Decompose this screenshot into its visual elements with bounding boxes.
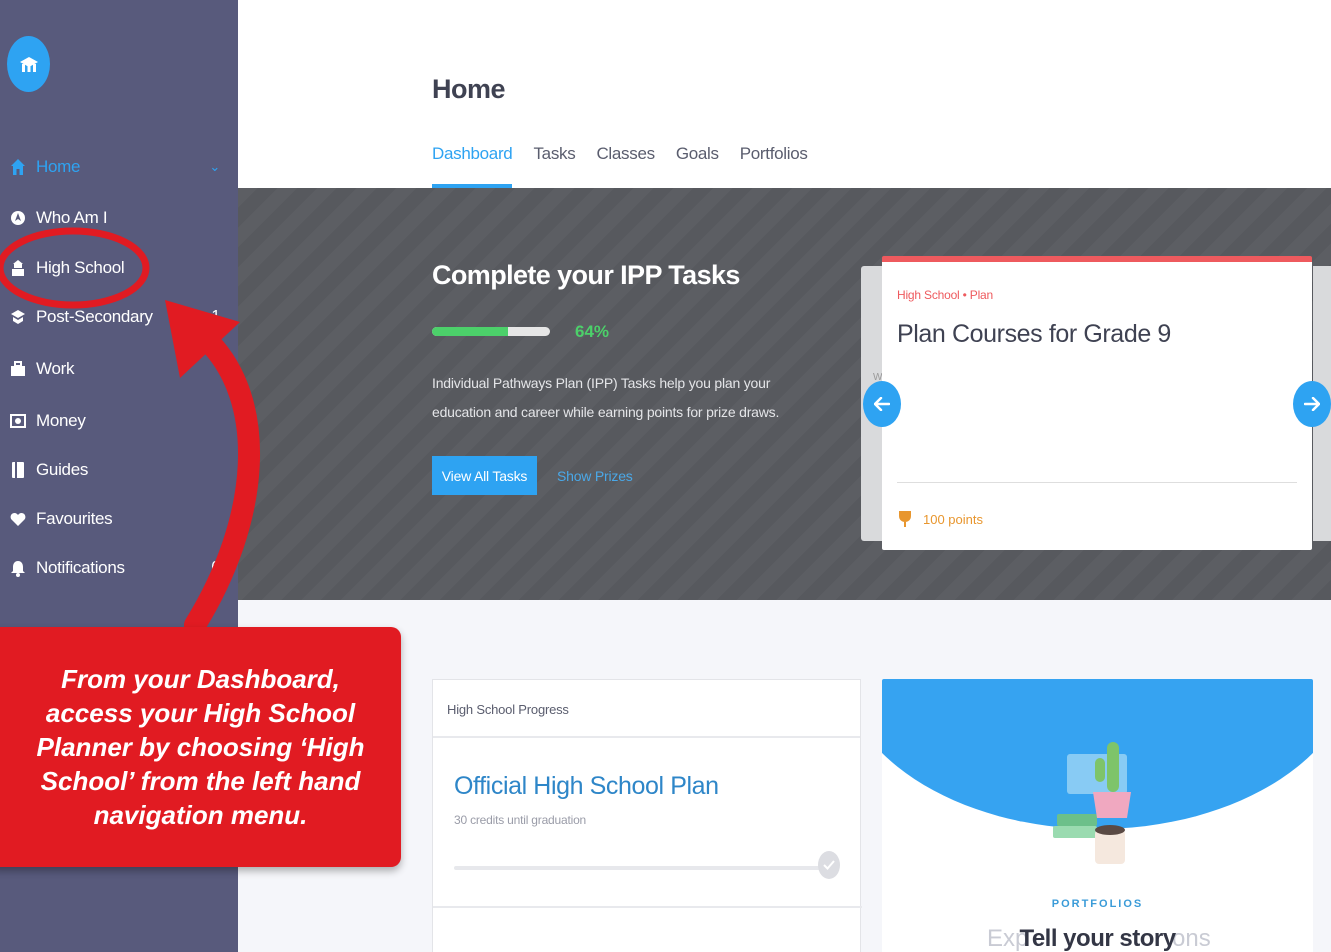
- sidebar-item-label: High School: [36, 258, 125, 277]
- sidebar-item-notifications[interactable]: Notifications 0: [0, 548, 238, 588]
- app-logo[interactable]: [7, 36, 50, 92]
- task-breadcrumb: High School • Plan: [897, 288, 993, 302]
- sidebar-item-label: Post-Secondary: [36, 307, 153, 326]
- dashboard-lower: High School Progress Official High Schoo…: [238, 600, 1331, 952]
- portfolios-label: PORTFOLIOS: [1051, 898, 1144, 910]
- ipp-progress-bar: [432, 327, 550, 336]
- annotation-text: From your Dashboard, access your High Sc…: [36, 664, 365, 830]
- task-divider: [897, 482, 1297, 483]
- arrow-right-icon: [1304, 397, 1320, 411]
- sidebar-item-label: Favourites: [36, 509, 113, 528]
- ipp-progress-percent: 64%: [575, 322, 610, 341]
- sidebar-item-label: Home: [36, 157, 81, 176]
- plant-desk-illustration: [1053, 742, 1131, 864]
- sidebar-item-label: Notifications: [36, 558, 125, 577]
- hs-card-divider: [433, 906, 862, 908]
- sidebar-item-label: Money: [36, 411, 86, 430]
- sidebar-item-money[interactable]: Money: [0, 401, 238, 441]
- annotation-callout: From your Dashboard, access your High Sc…: [0, 627, 401, 867]
- sidebar-item-label: Work: [36, 359, 75, 378]
- ipp-progress-fill: [432, 327, 508, 336]
- task-card[interactable]: High School • Plan Plan Courses for Grad…: [882, 256, 1312, 550]
- show-prizes-link[interactable]: Show Prizes: [557, 468, 633, 484]
- hs-card-header: High School Progress: [433, 680, 860, 738]
- tab-classes[interactable]: Classes: [596, 140, 655, 188]
- graduation-cap-icon: [9, 308, 27, 326]
- app-root: Home ⌄ Who Am I High School Post-Seconda…: [0, 0, 1331, 952]
- sidebar-item-home[interactable]: Home ⌄: [0, 147, 238, 187]
- notification-count: 0: [211, 559, 220, 576]
- sidebar-item-who-am-i[interactable]: Who Am I: [0, 198, 238, 238]
- carousel-prev-button[interactable]: [863, 381, 901, 427]
- view-all-tasks-button[interactable]: View All Tasks: [432, 456, 537, 495]
- task-points: 100 points: [897, 510, 983, 528]
- tab-goals[interactable]: Goals: [676, 140, 719, 188]
- portfolios-card[interactable]: PORTFOLIOS Exp ons Tell your story: [882, 679, 1313, 952]
- sidebar-item-post-secondary[interactable]: Post-Secondary 1: [0, 297, 238, 337]
- hs-credits-remaining: 30 credits until graduation: [454, 813, 587, 827]
- hero-description: Individual Pathways Plan (IPP) Tasks hel…: [432, 375, 780, 420]
- mortarboard-m-icon: [19, 57, 38, 72]
- heart-icon: [9, 510, 27, 528]
- tab-tasks[interactable]: Tasks: [533, 140, 575, 188]
- sidebar-item-label: Guides: [36, 460, 89, 479]
- carousel-next-button[interactable]: [1293, 381, 1331, 427]
- sidebar-item-work[interactable]: Work: [0, 349, 238, 389]
- sidebar-item-count: 1: [211, 308, 220, 325]
- sidebar-item-guides[interactable]: Guides: [0, 450, 238, 490]
- page-tabs: Dashboard Tasks Classes Goals Portfolios: [432, 140, 829, 188]
- briefcase-icon: [9, 360, 27, 378]
- sidebar-item-favourites[interactable]: Favourites: [0, 499, 238, 539]
- bell-icon: [9, 559, 27, 577]
- hs-plan-title[interactable]: Official High School Plan: [454, 772, 719, 801]
- sidebar-item-label: Who Am I: [36, 208, 108, 227]
- arrow-left-icon: [874, 397, 890, 411]
- hs-progress-track: [454, 866, 826, 870]
- task-points-label: 100 points: [923, 511, 983, 527]
- task-title: Plan Courses for Grade 9: [897, 320, 1171, 348]
- compass-icon: [9, 209, 27, 227]
- money-icon: [9, 412, 27, 430]
- tab-dashboard[interactable]: Dashboard: [432, 140, 513, 188]
- home-icon: [9, 158, 27, 176]
- portfolios-title: Tell your story: [1019, 925, 1176, 952]
- high-school-progress-card[interactable]: High School Progress Official High Schoo…: [432, 679, 862, 952]
- checkmark-icon: [818, 851, 840, 879]
- tab-portfolios[interactable]: Portfolios: [740, 140, 808, 188]
- ipp-tasks-hero: Complete your IPP Tasks 64% Individual P…: [238, 188, 1331, 600]
- trophy-icon: [897, 510, 913, 528]
- book-icon: [9, 461, 27, 479]
- chevron-down-icon: ⌄: [209, 159, 220, 174]
- school-icon: [9, 259, 27, 277]
- sidebar-item-high-school[interactable]: High School: [0, 248, 238, 288]
- hero-title: Complete your IPP Tasks: [432, 260, 740, 290]
- page-title: Home: [432, 74, 506, 104]
